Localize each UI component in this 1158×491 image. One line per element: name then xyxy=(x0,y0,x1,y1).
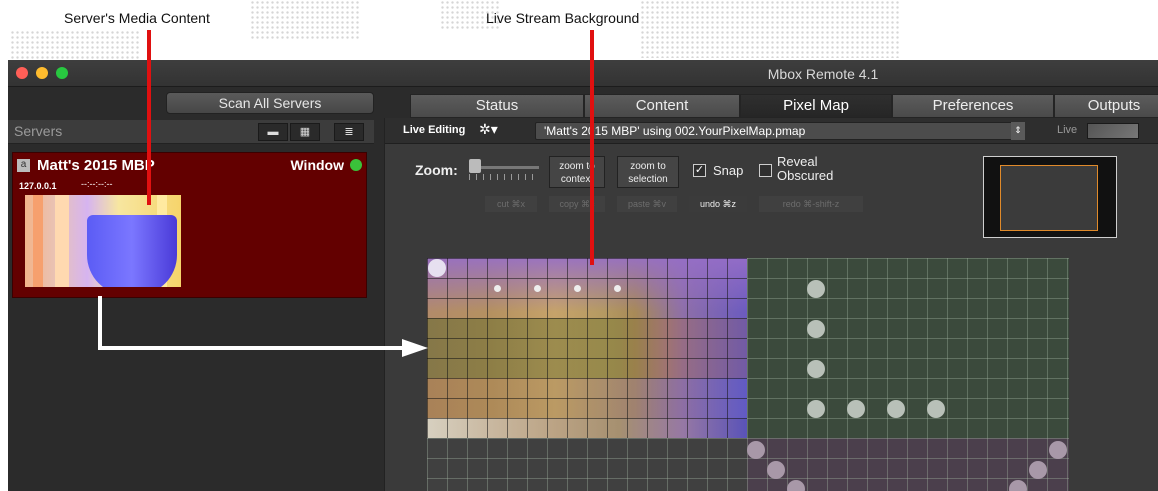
fixture-dot[interactable] xyxy=(787,480,805,491)
fixture-dot[interactable] xyxy=(494,285,501,292)
media-content-thumbnail xyxy=(25,195,181,287)
media-grid xyxy=(427,258,747,438)
zoom-to-context-button[interactable]: zoom to context xyxy=(549,156,605,188)
snap-checkbox[interactable]: ✓ xyxy=(693,164,706,177)
zoom-slider-ticks xyxy=(469,174,539,180)
tab-bar: Status Content Pixel Map Preferences Out… xyxy=(410,94,1158,118)
live-label: Live xyxy=(1057,124,1078,136)
annotation-live-stream: Live Stream Background xyxy=(486,10,640,26)
flow-arrow-horizontal xyxy=(98,346,404,350)
fixture-dot[interactable] xyxy=(847,400,865,418)
fixture-dot[interactable] xyxy=(927,400,945,418)
tab-outputs[interactable]: Outputs xyxy=(1054,94,1158,118)
tab-status[interactable]: Status xyxy=(410,94,584,118)
zoom-to-selection-button[interactable]: zoom to selection xyxy=(617,156,679,188)
screenshot-root: Server's Media Content Live Stream Backg… xyxy=(0,0,1158,491)
server-ip: 127.0.0.1 xyxy=(19,181,57,191)
map-dots-decoration xyxy=(250,0,360,40)
app-window: Mbox Remote 4.1 Scan All Servers Servers… xyxy=(8,60,1158,491)
preview-viewport xyxy=(1000,165,1098,231)
cut-button[interactable]: cut ⌘x xyxy=(485,196,537,212)
fixture-dot[interactable] xyxy=(747,441,765,459)
map-dots-decoration xyxy=(10,30,140,60)
server-mode: Window xyxy=(290,157,344,173)
servers-header: Servers ▬ ▦ ≣ xyxy=(8,120,374,144)
paste-button[interactable]: paste ⌘v xyxy=(617,196,677,212)
empty-grid-green xyxy=(747,258,1069,438)
live-toggle[interactable] xyxy=(1087,123,1139,139)
pixel-map-toolbar: Live Editing ✲▾ 'Matt's 2015 MBP' using … xyxy=(385,118,1158,144)
pixel-map-panel: Live Editing ✲▾ 'Matt's 2015 MBP' using … xyxy=(384,118,1158,491)
list-large-icon[interactable]: ▬ xyxy=(258,123,288,141)
thumbnail-cylinder xyxy=(87,215,177,287)
fixture-dot[interactable] xyxy=(807,400,825,418)
annotation-pointer-right xyxy=(590,30,594,265)
pixel-map-canvas[interactable] xyxy=(427,258,1073,491)
annotation-pointer-left xyxy=(147,30,151,205)
fixture-dot[interactable] xyxy=(807,320,825,338)
gear-icon[interactable]: ✲▾ xyxy=(479,121,498,138)
zoom-label: Zoom: xyxy=(415,162,458,178)
tab-content[interactable]: Content xyxy=(584,94,740,118)
chevron-updown-icon[interactable]: ⇕ xyxy=(1011,122,1025,140)
servers-label: Servers xyxy=(14,123,63,139)
grid-icon[interactable]: ▦ xyxy=(290,123,320,141)
pixel-map-select[interactable]: 'Matt's 2015 MBP' using 002.YourPixelMap… xyxy=(535,122,1021,140)
fixture-dot[interactable] xyxy=(1029,461,1047,479)
tab-pixel-map[interactable]: Pixel Map xyxy=(740,94,892,118)
zoom-slider-knob[interactable] xyxy=(469,159,481,173)
live-editing-label: Live Editing xyxy=(403,124,466,136)
fixture-dot[interactable] xyxy=(1049,441,1067,459)
tab-preferences[interactable]: Preferences xyxy=(892,94,1054,118)
reveal-obscured-label: Reveal Obscured xyxy=(777,154,834,183)
annotation-media-content: Server's Media Content xyxy=(64,10,210,26)
flow-arrow-head-icon xyxy=(402,339,428,357)
fixture-dot[interactable] xyxy=(428,259,446,277)
copy-button[interactable]: copy ⌘c xyxy=(549,196,605,212)
thumbnail-stripe xyxy=(33,195,43,287)
fixture-dot[interactable] xyxy=(767,461,785,479)
zoom-slider[interactable] xyxy=(469,158,539,180)
empty-grid-gray xyxy=(427,438,747,491)
window-title: Mbox Remote 4.1 xyxy=(767,66,879,82)
map-dots-decoration xyxy=(640,0,900,58)
fixture-dot[interactable] xyxy=(887,400,905,418)
pixel-map-preview[interactable] xyxy=(983,156,1117,238)
server-status-icon xyxy=(350,159,362,171)
snap-label: Snap xyxy=(713,163,744,178)
server-name: Matt's 2015 MBP xyxy=(37,157,155,174)
server-card[interactable]: a Matt's 2015 MBP 127.0.0.1 --:--:--:-- … xyxy=(12,152,367,298)
list-small-icon[interactable]: ≣ xyxy=(334,123,364,141)
fixture-dot[interactable] xyxy=(1009,480,1027,491)
thumbnail-stripe xyxy=(55,195,69,287)
scan-all-servers-button[interactable]: Scan All Servers xyxy=(166,92,374,114)
undo-button[interactable]: undo ⌘z xyxy=(689,196,747,212)
fixture-dot[interactable] xyxy=(574,285,581,292)
redo-button[interactable]: redo ⌘-shift-z xyxy=(759,196,863,212)
flow-arrow-vertical xyxy=(98,296,102,350)
server-badge: a xyxy=(17,159,30,172)
server-timecode: --:--:--:-- xyxy=(81,179,113,189)
fixture-dot[interactable] xyxy=(807,280,825,298)
fixture-dot[interactable] xyxy=(807,360,825,378)
title-bar: Mbox Remote 4.1 xyxy=(8,60,1158,87)
reveal-obscured-checkbox[interactable] xyxy=(759,164,772,177)
fixture-dot[interactable] xyxy=(614,285,621,292)
fixture-dot[interactable] xyxy=(534,285,541,292)
